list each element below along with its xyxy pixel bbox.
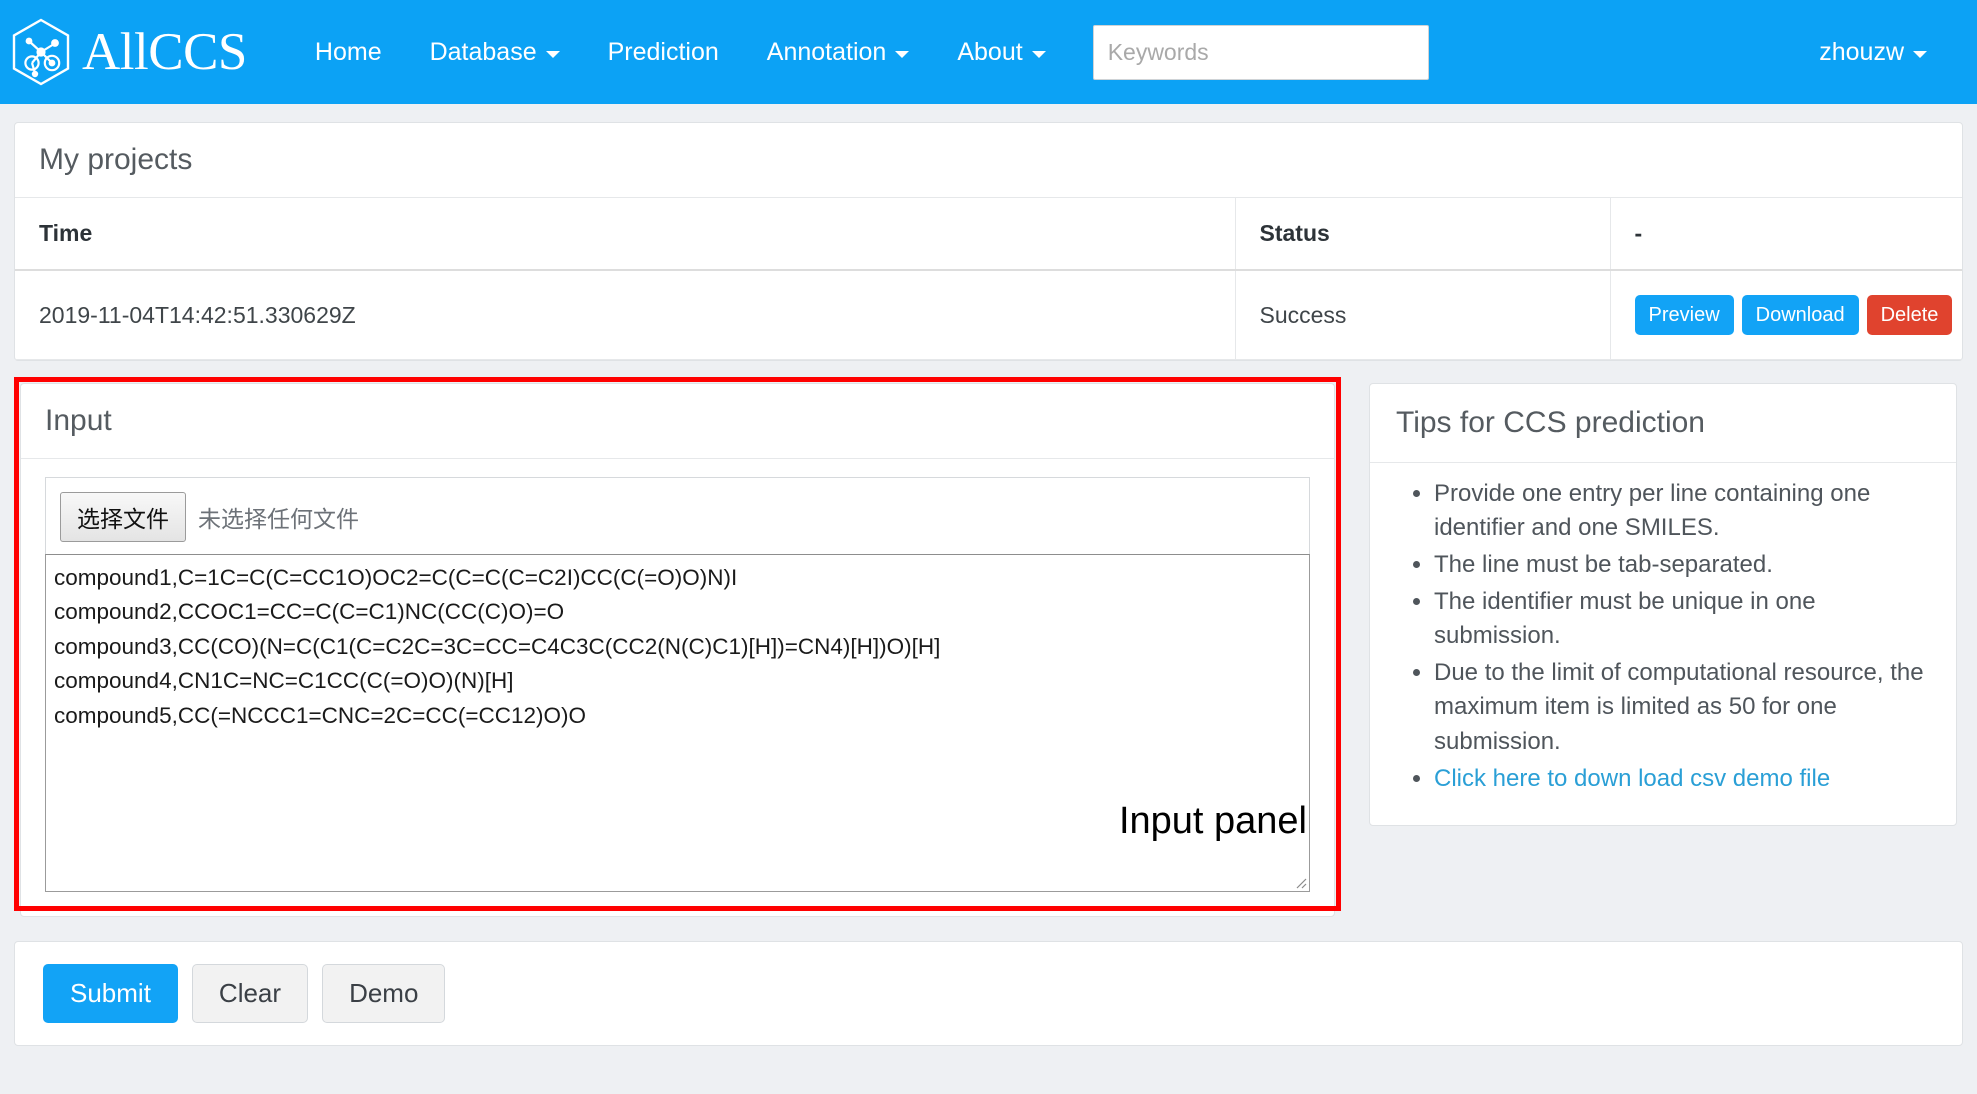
column-header-status: Status [1234, 198, 1610, 271]
cell-time: 2019-11-04T14:42:51.330629Z [15, 270, 1235, 360]
download-csv-demo-link[interactable]: Click here to down load csv demo file [1434, 765, 1830, 792]
chevron-down-icon [545, 50, 560, 58]
user-menu[interactable]: zhouzw [1795, 38, 1951, 67]
column-header-time: Time [15, 198, 1235, 271]
my-projects-title: My projects [15, 123, 1962, 198]
nav-item-database-label: Database [429, 37, 537, 66]
projects-table-body: 2019-11-04T14:42:51.330629Z Success Prev… [15, 270, 1962, 360]
form-actions-panel: Submit Clear Demo [14, 941, 1963, 1047]
delete-button[interactable]: Delete [1866, 295, 1953, 335]
main-row: Input 选择文件 未选择任何文件 compound1,C=1C=C(C=CC… [14, 377, 1963, 923]
input-column: Input 选择文件 未选择任何文件 compound1,C=1C=C(C=CC… [14, 377, 1341, 923]
page-content: My projects Time Status - 2019-11-04T14:… [0, 104, 1977, 1047]
input-panel: Input 选择文件 未选择任何文件 compound1,C=1C=C(C=CC… [20, 383, 1335, 917]
nav-item-home-label: Home [314, 37, 382, 66]
brand-logo-link[interactable]: AllCCS [10, 18, 247, 86]
nav-item-database[interactable]: Database [406, 38, 584, 67]
list-item: Due to the limit of computational resour… [1434, 656, 1926, 758]
nav-item-prediction-label: Prediction [607, 37, 719, 66]
tips-panel: Tips for CCS prediction Provide one entr… [1369, 383, 1957, 826]
top-navbar: AllCCS Home Database Prediction Annotati… [0, 0, 1977, 104]
row-action-buttons: Preview Download Delete [1634, 295, 1953, 335]
list-item: The line must be tab-separated. [1434, 548, 1926, 582]
input-panel-body: 选择文件 未选择任何文件 compound1,C=1C=C(C=CC1O)OC2… [21, 459, 1334, 916]
table-row: 2019-11-04T14:42:51.330629Z Success Prev… [15, 270, 1962, 360]
list-item-demo-link[interactable]: Click here to down load csv demo file [1434, 762, 1926, 796]
projects-table-head: Time Status - [15, 198, 1962, 271]
file-upload-row[interactable]: 选择文件 未选择任何文件 [45, 477, 1310, 554]
table-header-row: Time Status - [15, 198, 1962, 271]
file-status-label: 未选择任何文件 [198, 506, 359, 532]
column-header-actions: - [1609, 198, 1962, 271]
smiles-textarea-wrap [45, 554, 1310, 892]
chevron-down-icon [1031, 50, 1046, 58]
tips-list: Provide one entry per line containing on… [1400, 477, 1926, 796]
projects-table: Time Status - 2019-11-04T14:42:51.330629… [15, 198, 1962, 360]
status-badge: Success [1234, 270, 1610, 360]
search-input[interactable] [1092, 24, 1429, 80]
download-button[interactable]: Download [1741, 295, 1859, 335]
nav-item-annotation-label: Annotation [766, 37, 887, 66]
nav-item-prediction[interactable]: Prediction [584, 38, 743, 67]
tips-column: Tips for CCS prediction Provide one entr… [1341, 377, 1963, 832]
navbar-right: zhouzw [1795, 38, 1951, 67]
nav-links: Home Database Prediction Annotation Abou… [291, 38, 1070, 67]
demo-button[interactable]: Demo [322, 964, 446, 1024]
user-menu-label: zhouzw [1819, 37, 1904, 66]
clear-button[interactable]: Clear [191, 964, 309, 1024]
nav-item-about[interactable]: About [933, 38, 1069, 67]
input-panel-title: Input [21, 384, 1334, 459]
cell-actions: Preview Download Delete [1609, 270, 1962, 360]
nav-item-home[interactable]: Home [291, 38, 406, 67]
nav-item-about-label: About [957, 37, 1023, 66]
nav-item-annotation[interactable]: Annotation [743, 38, 934, 67]
tips-panel-body: Provide one entry per line containing on… [1370, 463, 1956, 825]
chevron-down-icon [895, 50, 910, 58]
preview-button[interactable]: Preview [1634, 295, 1734, 335]
submit-button[interactable]: Submit [43, 964, 178, 1024]
list-item: The identifier must be unique in one sub… [1434, 585, 1926, 653]
chevron-down-icon [1913, 50, 1927, 58]
list-item: Provide one entry per line containing on… [1434, 477, 1926, 545]
my-projects-panel: My projects Time Status - 2019-11-04T14:… [14, 122, 1963, 361]
smiles-input-textarea[interactable] [45, 554, 1310, 892]
choose-file-button[interactable]: 选择文件 [60, 492, 186, 542]
tips-panel-title: Tips for CCS prediction [1370, 384, 1956, 463]
hexagon-molecule-logo-icon [10, 18, 72, 86]
brand-title: AllCCS [82, 22, 247, 81]
